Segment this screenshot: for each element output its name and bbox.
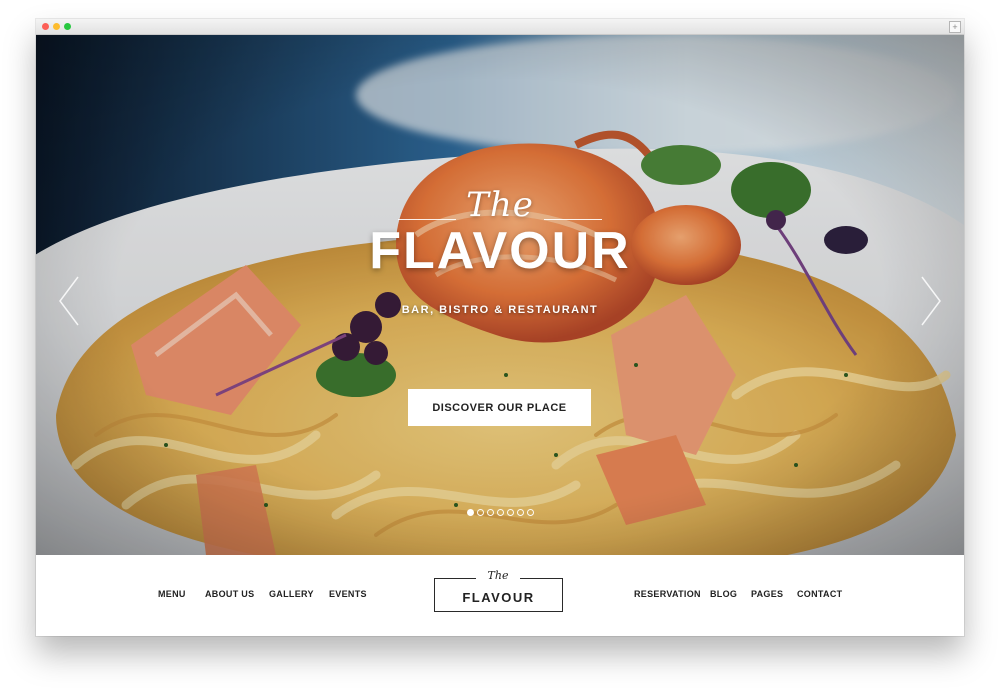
nav-logo-the: The: [476, 569, 520, 583]
nav-item-gallery[interactable]: GALLERY: [269, 589, 314, 599]
slider-pagination: [36, 509, 964, 516]
hero-logo-rule-right: [544, 219, 602, 220]
slider-dot[interactable]: [466, 509, 474, 516]
slider-dot[interactable]: [516, 509, 524, 516]
maximize-window-button[interactable]: [64, 23, 71, 30]
slider-dot[interactable]: [496, 509, 504, 516]
nav-item-contact[interactable]: CONTACT: [797, 589, 842, 599]
slider-dot[interactable]: [506, 509, 514, 516]
discover-our-place-button[interactable]: DISCOVER OUR PLACE: [408, 389, 591, 426]
hero-logo-title: FLAVOUR: [369, 222, 631, 280]
nav-item-reservation[interactable]: RESERVATION: [634, 589, 701, 599]
nav-item-menu[interactable]: MENU: [158, 589, 186, 599]
browser-titlebar: +: [36, 19, 964, 35]
browser-window: + The FLAVOUR BAR, BISTRO & RESTAURANT D…: [36, 19, 964, 636]
hero-logo-rule-left: [398, 219, 456, 220]
main-navigation: MENU ABOUT US GALLERY EVENTS The FLAVOUR…: [36, 555, 964, 636]
plus-icon[interactable]: +: [949, 21, 961, 33]
hero-food-photo: [36, 35, 964, 555]
nav-item-blog[interactable]: BLOG: [710, 589, 737, 599]
slider-dot[interactable]: [476, 509, 484, 516]
nav-item-about-us[interactable]: ABOUT US: [205, 589, 254, 599]
hero-slider: The FLAVOUR BAR, BISTRO & RESTAURANT DIS…: [36, 35, 964, 555]
slider-dot[interactable]: [526, 509, 534, 516]
slider-dot[interactable]: [486, 509, 494, 516]
close-window-button[interactable]: [42, 23, 49, 30]
minimize-window-button[interactable]: [53, 23, 60, 30]
hero-logo-the: The: [466, 185, 534, 225]
nav-logo-title[interactable]: FLAVOUR: [434, 590, 563, 605]
nav-item-events[interactable]: EVENTS: [329, 589, 367, 599]
hero-tagline: BAR, BISTRO & RESTAURANT: [401, 304, 599, 316]
nav-item-pages[interactable]: PAGES: [751, 589, 783, 599]
